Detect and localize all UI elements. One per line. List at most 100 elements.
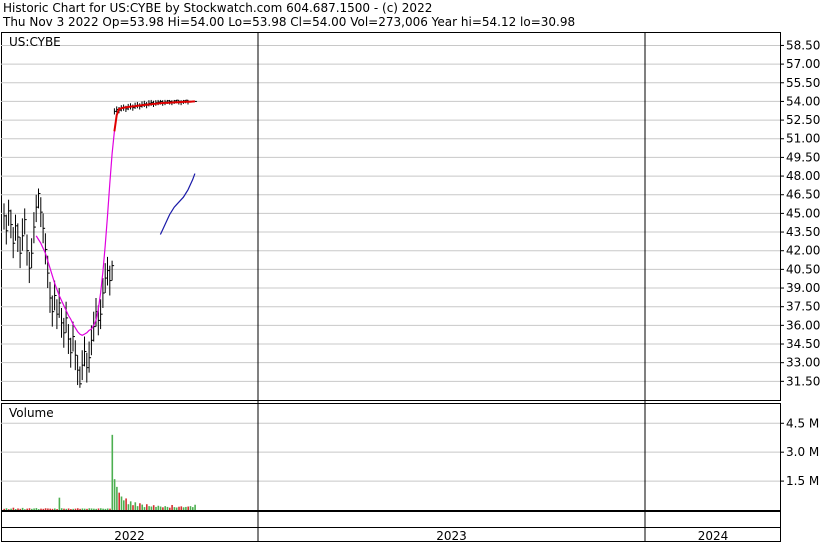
volume-bar: [180, 506, 183, 510]
volume-bar: [185, 506, 187, 510]
symbol-label: US:CYBE: [9, 35, 61, 49]
volume-bar: [72, 508, 74, 510]
volume-bar: [129, 501, 132, 510]
volume-bar: [51, 508, 54, 510]
year-label: 2024: [698, 529, 729, 543]
price-tick-label: 33.00: [786, 356, 820, 370]
moving-average-long-line: [159, 173, 196, 235]
volume-tick-label: 4.5 M: [786, 416, 819, 430]
volume-bar: [125, 498, 127, 510]
volume-bar: [77, 508, 79, 510]
volume-bar: [155, 506, 157, 510]
volume-bar: [136, 506, 139, 510]
volume-bar: [44, 508, 47, 510]
volume-bar: [194, 504, 196, 510]
price-tick-label: 51.00: [786, 132, 820, 146]
volume-bar: [113, 479, 116, 510]
volume-bar: [35, 508, 38, 510]
volume-bar: [60, 508, 63, 510]
volume-bar: [37, 509, 40, 510]
volume-panel-label: Volume: [9, 406, 54, 420]
volume-bar: [192, 507, 194, 510]
volume-bar: [150, 506, 153, 510]
price-tick-label: 57.00: [786, 57, 820, 71]
volume-bar: [33, 508, 35, 510]
volume-bar: [157, 505, 160, 510]
volume-bar: [47, 508, 49, 510]
volume-bar: [139, 503, 141, 510]
volume-bar: [175, 507, 178, 510]
price-tick-label: 43.50: [786, 225, 820, 239]
moving-average-short-line: [35, 100, 195, 336]
volume-bar: [164, 506, 166, 510]
volume-bar: [86, 508, 88, 510]
volume-bar: [95, 508, 97, 510]
price-tick-label: 42.00: [786, 244, 820, 258]
price-tick-label: 52.50: [786, 113, 820, 127]
volume-bars: [3, 434, 196, 510]
volume-bar: [171, 504, 173, 510]
volume-bar: [8, 509, 10, 510]
volume-bar: [106, 508, 109, 510]
volume-bar: [81, 508, 84, 510]
volume-bar: [26, 508, 28, 510]
volume-bar: [17, 508, 19, 510]
volume-bar: [169, 507, 171, 510]
volume-bar: [31, 508, 33, 510]
price-tick-label: 40.50: [786, 262, 820, 276]
volume-bar: [28, 508, 31, 510]
volume-bar: [162, 507, 164, 510]
volume-tick-label: 1.5 M: [786, 474, 819, 488]
volume-bar: [166, 506, 169, 510]
volume-bar: [146, 504, 148, 510]
volume-bar: [143, 507, 146, 510]
price-bars: [3, 99, 197, 388]
volume-bar: [132, 505, 134, 510]
volume-bar: [120, 496, 123, 510]
price-tick-label: 37.50: [786, 300, 820, 314]
volume-bar: [187, 506, 189, 510]
volume-tick-label: 3.0 M: [786, 445, 819, 459]
volume-bar: [54, 508, 56, 510]
year-labels: 2022 2023 2024: [114, 529, 728, 543]
volume-bar: [70, 509, 72, 510]
price-tick-label: 49.50: [786, 150, 820, 164]
volume-bar: [152, 505, 155, 510]
price-tick-label: 36.00: [786, 318, 820, 332]
volume-bar: [65, 508, 68, 510]
price-tick-label: 55.50: [786, 76, 820, 90]
volume-bar: [116, 486, 118, 510]
year-label: 2022: [114, 529, 145, 543]
volume-bar: [123, 500, 125, 510]
recent-price-highlight: [113, 100, 195, 132]
volume-bar: [134, 502, 137, 510]
volume-bar: [19, 508, 22, 510]
volume-bar: [93, 508, 95, 510]
volume-bar: [118, 492, 120, 510]
price-tick-label: 46.50: [786, 188, 820, 202]
volume-bar: [109, 508, 111, 510]
price-tick-label: 31.50: [786, 374, 820, 388]
volume-bar: [148, 506, 150, 510]
volume-bar: [111, 434, 114, 510]
volume-bar: [141, 504, 143, 510]
volume-bar: [88, 508, 91, 510]
price-tick-label: 39.00: [786, 281, 820, 295]
volume-bar: [173, 507, 176, 510]
volume-bar: [79, 508, 81, 510]
volume-bar: [5, 508, 8, 510]
volume-bar: [189, 506, 192, 510]
price-tick-label: 58.50: [786, 38, 820, 52]
volume-bar: [12, 507, 15, 510]
price-tick-label: 48.00: [786, 169, 820, 183]
volume-bar: [58, 497, 61, 510]
volume-bar: [21, 507, 24, 510]
volume-bar: [10, 508, 12, 510]
volume-bar: [83, 508, 86, 510]
volume-bar: [104, 508, 107, 510]
volume-bar: [90, 508, 93, 510]
volume-bar: [100, 508, 102, 510]
volume-bar: [127, 504, 130, 510]
price-tick-label: 34.50: [786, 337, 820, 351]
volume-bar: [42, 508, 45, 510]
